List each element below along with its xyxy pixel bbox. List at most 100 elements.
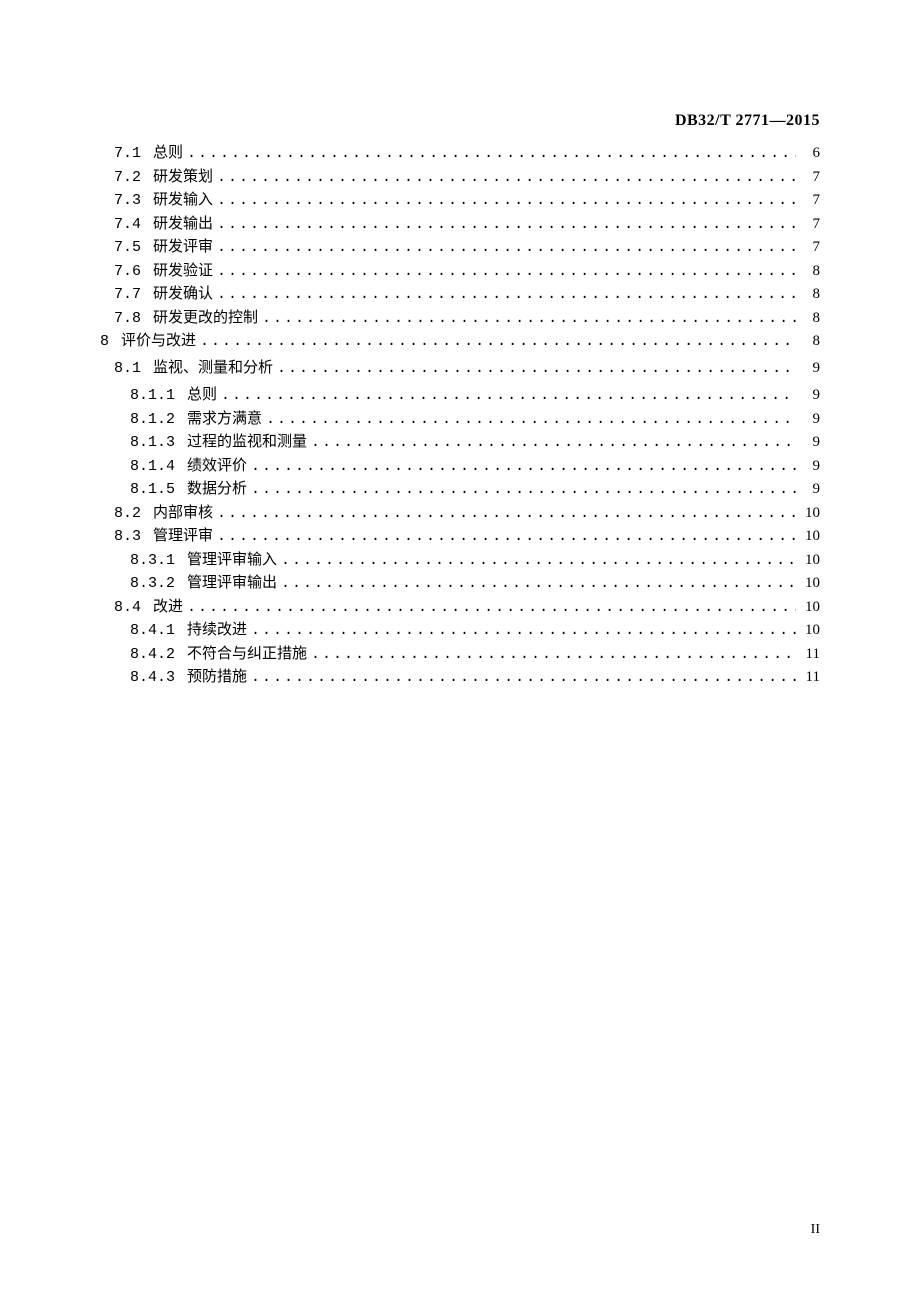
toc-entry-number: 8.4.1 <box>130 623 175 638</box>
toc-entry-page: 10 <box>800 553 820 568</box>
toc-leader-dots <box>217 170 796 185</box>
toc-entry-title: 监视、测量和分析 <box>153 361 273 376</box>
toc-entry-page: 8 <box>800 311 820 326</box>
toc-entry: 8.1.1总则9 <box>100 388 820 403</box>
toc-leader-dots <box>251 459 796 474</box>
toc-leader-dots <box>221 388 796 403</box>
toc-entry: 7.1总则6 <box>100 146 820 161</box>
toc-entry-title: 绩效评价 <box>187 459 247 474</box>
document-page: DB32/T 2771—2015 7.1总则67.2研发策划77.3研发输入77… <box>0 0 920 1302</box>
toc-leader-dots <box>217 529 796 544</box>
toc-leader-dots <box>217 217 796 232</box>
toc-entry: 7.4 研发输出 7 <box>100 217 820 232</box>
toc-entry: 8.4.1 持续改进 10 <box>100 623 820 638</box>
toc-entry-title: 研发策划 <box>153 170 213 185</box>
toc-entry-page: 7 <box>800 170 820 185</box>
toc-leader-dots <box>281 553 796 568</box>
table-of-contents: 7.1总则67.2研发策划77.3研发输入77.4研发输出77.5研发评审77.… <box>100 146 820 685</box>
toc-entry: 7.6 研发验证 8 <box>100 264 820 279</box>
toc-entry-number: 8.1 <box>114 361 141 376</box>
toc-entry-number: 8.3.2 <box>130 576 175 591</box>
toc-entry-number: 7.3 <box>114 193 141 208</box>
toc-entry-title: 研发输出 <box>153 217 213 232</box>
toc-entry: 8.4.2不符合与纠正措施11 <box>100 647 820 662</box>
toc-entry-title: 管理评审 <box>153 529 213 544</box>
page-number: II <box>811 1222 820 1238</box>
document-code: DB32/T 2771—2015 <box>675 112 820 130</box>
toc-entry-title: 研发验证 <box>153 264 213 279</box>
toc-entry-page: 9 <box>800 361 820 376</box>
toc-entry-page: 8 <box>800 264 820 279</box>
toc-entry-number: 8.2 <box>114 506 141 521</box>
toc-entry-page: 7 <box>800 217 820 232</box>
toc-entry-number: 8.1.3 <box>130 435 175 450</box>
toc-entry-page: 9 <box>800 459 820 474</box>
toc-entry: 8.2内部审核10 <box>100 506 820 521</box>
toc-entry-title: 评价与改进 <box>121 334 196 349</box>
toc-leader-dots <box>277 361 796 376</box>
toc-entry: 8.4.3 预防措施 11 <box>100 670 820 685</box>
toc-entry-number: 8.4 <box>114 600 141 615</box>
toc-entry: 8.3 管理评审 10 <box>100 529 820 544</box>
toc-entry-page: 11 <box>800 647 820 662</box>
toc-entry-title: 研发更改的控制 <box>153 311 258 326</box>
toc-entry-number: 7.8 <box>114 311 141 326</box>
toc-leader-dots <box>311 435 796 450</box>
toc-entry: 8.1.4 绩效评价 9 <box>100 459 820 474</box>
toc-entry-title: 需求方满意 <box>187 412 262 427</box>
toc-entry: 8.1.2需求方满意9 <box>100 412 820 427</box>
toc-entry-page: 9 <box>800 388 820 403</box>
toc-entry-page: 7 <box>800 193 820 208</box>
toc-leader-dots <box>251 482 796 497</box>
toc-entry-number: 7.5 <box>114 240 141 255</box>
toc-entry: 7.8 研发更改的控制 8 <box>100 311 820 326</box>
toc-entry-title: 总则 <box>187 388 217 403</box>
toc-leader-dots <box>251 670 796 685</box>
toc-entry: 8评价与改进8 <box>100 334 820 349</box>
toc-entry-number: 8.4.3 <box>130 670 175 685</box>
toc-entry-title: 改进 <box>153 600 183 615</box>
toc-entry: 8.1.3过程的监视和测量9 <box>100 435 820 450</box>
toc-leader-dots <box>217 193 796 208</box>
toc-entry-title: 管理评审输出 <box>187 576 277 591</box>
toc-leader-dots <box>251 623 796 638</box>
toc-entry-page: 9 <box>800 435 820 450</box>
toc-leader-dots <box>217 287 796 302</box>
toc-leader-dots <box>217 264 796 279</box>
toc-entry-number: 8.3 <box>114 529 141 544</box>
toc-entry-title: 管理评审输入 <box>187 553 277 568</box>
toc-entry: 7.5研发评审7 <box>100 240 820 255</box>
toc-entry-number: 7.2 <box>114 170 141 185</box>
toc-entry: 8.1 监视、测量和分析 9 <box>100 361 820 376</box>
toc-entry-number: 8.1.2 <box>130 412 175 427</box>
toc-entry: 8.3.2管理评审输出10 <box>100 576 820 591</box>
toc-leader-dots <box>200 334 796 349</box>
toc-entry-page: 6 <box>800 146 820 161</box>
toc-leader-dots <box>266 412 796 427</box>
toc-entry-title: 研发评审 <box>153 240 213 255</box>
toc-entry-number: 8 <box>100 334 109 349</box>
toc-entry-page: 9 <box>800 482 820 497</box>
toc-entry-title: 研发输入 <box>153 193 213 208</box>
toc-entry: 8.1.5数据分析9 <box>100 482 820 497</box>
toc-entry-title: 持续改进 <box>187 623 247 638</box>
toc-entry-page: 8 <box>800 287 820 302</box>
toc-entry-title: 研发确认 <box>153 287 213 302</box>
toc-entry-number: 7.7 <box>114 287 141 302</box>
toc-entry-number: 8.1.4 <box>130 459 175 474</box>
toc-entry-page: 11 <box>800 670 820 685</box>
toc-entry-title: 预防措施 <box>187 670 247 685</box>
toc-leader-dots <box>217 506 796 521</box>
toc-entry: 8.4 改进 10 <box>100 600 820 615</box>
toc-leader-dots <box>281 576 796 591</box>
toc-leader-dots <box>187 600 796 615</box>
toc-entry-page: 10 <box>800 623 820 638</box>
toc-leader-dots <box>311 647 796 662</box>
toc-entry-number: 7.4 <box>114 217 141 232</box>
toc-entry-page: 10 <box>800 600 820 615</box>
toc-entry-title: 不符合与纠正措施 <box>187 647 307 662</box>
toc-leader-dots <box>187 146 796 161</box>
toc-entry-title: 数据分析 <box>187 482 247 497</box>
toc-entry-page: 10 <box>800 529 820 544</box>
toc-entry-number: 7.6 <box>114 264 141 279</box>
